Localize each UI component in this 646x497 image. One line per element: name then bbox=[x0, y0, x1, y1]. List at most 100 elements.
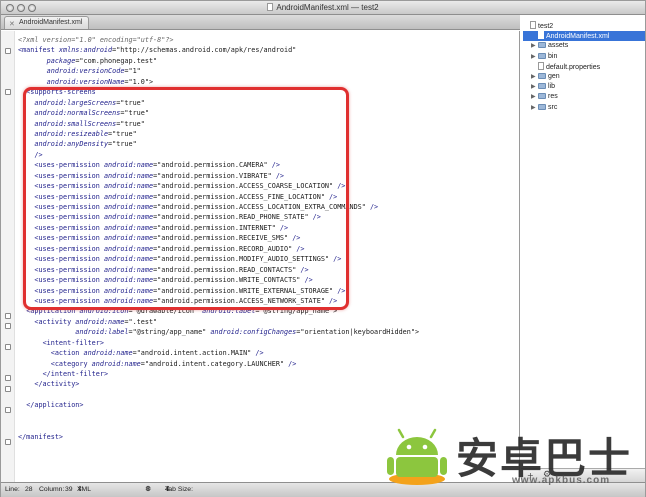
code-line: <category android:name="android.intent.c… bbox=[18, 359, 419, 369]
tree-item-label: assets bbox=[548, 42, 569, 50]
code-token: ="android.permission.ACCESS_LOCATION_EXT… bbox=[153, 203, 370, 211]
column-label: Column: bbox=[39, 486, 65, 493]
tab-androidmanifest[interactable]: ✕ AndroidManifest.xml bbox=[4, 16, 90, 31]
fold-marker-icon[interactable] bbox=[5, 386, 11, 392]
fold-marker-icon[interactable] bbox=[5, 48, 11, 54]
code-token: /> bbox=[337, 286, 346, 295]
fold-marker-icon[interactable] bbox=[5, 375, 11, 381]
code-token: android:name bbox=[103, 171, 154, 180]
project-tree-pane: test2 AndroidManifest.xml ▶ assets ▶ bin defau… bbox=[521, 15, 645, 482]
code-token: android:resizeable bbox=[34, 129, 109, 138]
code-token: xmlns:android bbox=[58, 46, 113, 55]
tree-item[interactable]: ▶ src bbox=[523, 103, 645, 113]
code-token: <uses-permission bbox=[34, 234, 104, 243]
code-token: ="android.permission.VIBRATE" bbox=[153, 171, 276, 180]
code-token: /> bbox=[34, 150, 43, 159]
gear-icon[interactable]: ⚙ bbox=[543, 470, 551, 480]
code-token: </activity> bbox=[34, 380, 80, 389]
code-token: ="true" bbox=[108, 140, 137, 149]
tree-item-label: lib bbox=[548, 83, 556, 91]
code-token: android:name bbox=[103, 286, 154, 295]
code-line: <uses-permission android:name="android.p… bbox=[18, 192, 419, 202]
code-token: ="true" bbox=[116, 98, 145, 107]
tree-item[interactable]: AndroidManifest.xml bbox=[523, 31, 645, 42]
code-token: <application bbox=[26, 307, 80, 316]
code-token: android:label bbox=[202, 307, 256, 316]
code-token: package bbox=[46, 56, 76, 65]
code-token: ="@string/app_name" bbox=[128, 328, 211, 337]
tree-item[interactable]: ▶ assets bbox=[523, 41, 645, 51]
code-token: ="http://schemas.android.com/apk/res/and… bbox=[112, 46, 297, 55]
disclosure-triangle-icon[interactable]: ▶ bbox=[531, 41, 538, 51]
code-token: android:anyDensity bbox=[34, 140, 109, 149]
code-line: package="com.phonegap.test" bbox=[18, 56, 419, 66]
code-token: <activity bbox=[34, 317, 76, 326]
code-token: /> bbox=[255, 349, 264, 358]
code-token: ="@drawable/icon" bbox=[128, 307, 203, 316]
code-line: <uses-permission android:name="android.p… bbox=[18, 296, 419, 306]
code-token: /> bbox=[337, 182, 346, 191]
code-line: <intent-filter> bbox=[18, 338, 419, 348]
tree-item[interactable]: test2 bbox=[523, 21, 645, 31]
code-token: </intent-filter> bbox=[42, 370, 109, 378]
fold-marker-icon[interactable] bbox=[5, 344, 11, 350]
fold-marker-icon[interactable] bbox=[5, 407, 11, 413]
disclosure-triangle-icon[interactable]: ▶ bbox=[531, 103, 538, 113]
code-token: ="android.permission.WRITE_EXTERNAL_STOR… bbox=[153, 286, 338, 295]
code-token: <uses-permission bbox=[34, 192, 104, 201]
code-token: android:normalScreens bbox=[34, 109, 121, 118]
project-tree: test2 AndroidManifest.xml ▶ assets ▶ bin defau… bbox=[523, 21, 645, 113]
tree-item[interactable]: ▶ lib bbox=[523, 82, 645, 92]
disclosure-triangle-icon[interactable]: ▶ bbox=[531, 72, 538, 82]
code-line: <?xml version="1.0" encoding="utf-8"?> bbox=[18, 35, 419, 45]
code-token: ="true" bbox=[116, 119, 145, 128]
fold-marker-icon[interactable] bbox=[5, 89, 11, 95]
disclosure-triangle-icon[interactable]: ▶ bbox=[531, 52, 538, 62]
disclosure-triangle-icon[interactable]: ▶ bbox=[531, 82, 538, 92]
code-line: android:label="@string/app_name" android… bbox=[18, 327, 419, 337]
code-token: /> bbox=[275, 171, 285, 180]
code-token: android:name bbox=[103, 161, 154, 170]
tree-item[interactable]: default.properties bbox=[523, 61, 645, 72]
code-token: ="android.intent.category.LAUNCHER" bbox=[140, 359, 289, 368]
disclosure-triangle-icon[interactable]: ▶ bbox=[531, 92, 538, 102]
code-text[interactable]: <?xml version="1.0" encoding="utf-8"?> <m… bbox=[18, 35, 419, 442]
code-token: </manifest> bbox=[18, 432, 64, 441]
fold-marker-icon[interactable] bbox=[5, 439, 11, 445]
code-token: <uses-permission bbox=[34, 213, 104, 222]
code-token: android:versionName bbox=[46, 77, 125, 86]
code-token: /> bbox=[312, 213, 321, 222]
code-token: <intent-filter> bbox=[42, 338, 104, 347]
code-line: android:resizeable="true" bbox=[18, 129, 419, 139]
fold-marker-icon[interactable] bbox=[5, 313, 11, 319]
gutter bbox=[1, 31, 15, 482]
code-line: </intent-filter> bbox=[18, 369, 419, 379]
code-token: ="android.permission.RECEIVE_SMS" bbox=[153, 234, 293, 243]
code-token: <uses-permission bbox=[34, 276, 104, 285]
code-token: ="com.phonegap.test" bbox=[75, 56, 158, 65]
title-bar[interactable]: AndroidManifest.xml — test2 bbox=[1, 1, 645, 15]
code-token: /> bbox=[369, 203, 379, 211]
code-line: android:versionCode="1" bbox=[18, 66, 419, 76]
tree-item[interactable]: ▶ bin bbox=[523, 52, 645, 62]
line-value: 28 bbox=[25, 486, 33, 493]
code-token: android:icon bbox=[79, 307, 129, 316]
fold-marker-icon[interactable] bbox=[5, 323, 11, 329]
code-token: android:name bbox=[75, 317, 125, 326]
tab-strip: ✕ AndroidManifest.xml bbox=[1, 15, 520, 30]
code-line: <application android:icon="@drawable/ico… bbox=[18, 306, 419, 316]
tree-item[interactable]: ▶ gen bbox=[523, 72, 645, 82]
code-token: android:smallScreens bbox=[34, 119, 117, 128]
folder-icon bbox=[538, 103, 546, 110]
add-icon[interactable]: + bbox=[527, 471, 534, 480]
close-icon[interactable]: ✕ bbox=[9, 19, 15, 31]
code-line: <uses-permission android:name="android.p… bbox=[18, 254, 419, 264]
tab-label: AndroidManifest.xml bbox=[19, 19, 83, 26]
code-token: <uses-permission bbox=[34, 223, 104, 232]
code-editor[interactable]: <?xml version="1.0" encoding="utf-8"?> <m… bbox=[1, 31, 520, 482]
code-token: ="android.permission.ACCESS_NETWORK_STAT… bbox=[153, 296, 330, 305]
tree-item[interactable]: ▶ res bbox=[523, 92, 645, 102]
